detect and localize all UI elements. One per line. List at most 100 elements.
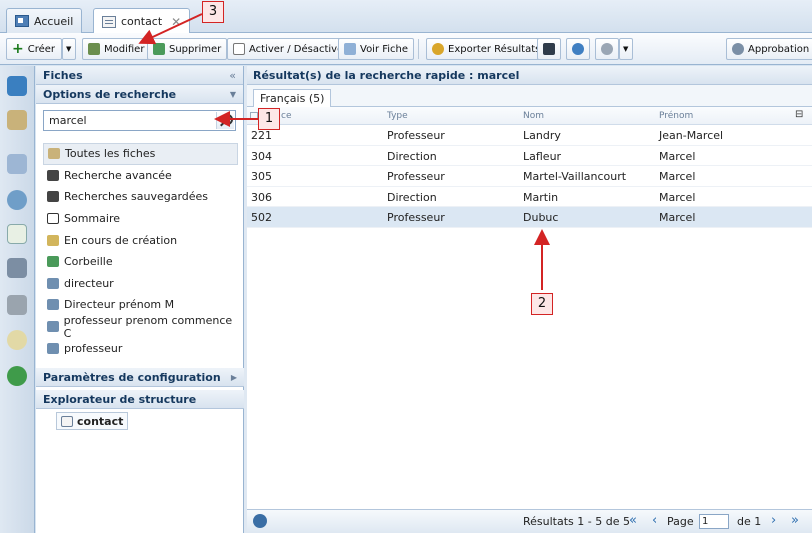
tree-item-saved-searches[interactable]: Recherches sauvegardées [43,186,238,208]
toolbar-separator [418,39,419,59]
cell-id: 221 [251,129,272,142]
tree-item-all-cards[interactable]: Toutes les fiches [43,143,238,165]
document-icon [61,415,73,427]
search-options-header[interactable]: Options de recherche ▼ [36,85,243,104]
table-row[interactable]: 306 Direction Martin Marcel [247,187,812,208]
tree-item-summary[interactable]: Sommaire [43,208,238,230]
previous-page-icon[interactable]: ‹ [652,513,657,528]
saved-search-icon [47,342,59,354]
refresh-icon[interactable] [7,76,27,96]
collapse-icon[interactable]: « [229,66,236,85]
report-icon[interactable] [7,224,27,244]
create-dropdown-button[interactable]: ▼ [62,38,76,60]
structure-section-header[interactable]: Explorateur de structure [36,390,244,409]
table-row[interactable]: 221 Professeur Landry Jean-Marcel [247,125,812,146]
results-title: Résultat(s) de la recherche rapide : mar… [247,66,812,85]
toggle-label: Activer / Désactiver [249,43,348,55]
save-icon [543,43,555,55]
approval-button[interactable]: Approbation [726,38,812,60]
globe-lock-icon[interactable] [7,190,27,210]
globe-icon[interactable] [7,366,27,386]
toggle-active-button[interactable]: Activer / Désactiver [227,38,354,60]
search-input[interactable]: marcel [43,110,236,131]
tree-item-directeur[interactable]: directeur [43,273,238,295]
tree-item-label: professeur prenom commence C [63,313,233,340]
page-number-input[interactable]: 1 [699,514,729,529]
save-button[interactable] [537,38,561,60]
tab-contact[interactable]: contact ✕ [93,8,191,34]
toggle-icon [233,43,245,55]
tree-item-label: En cours de création [64,233,178,247]
delete-label: Supprimer [169,43,222,55]
cell-prenom: Marcel [659,211,696,225]
tree-item-label: Corbeille [64,255,113,269]
chevron-down-icon: ▼ [66,45,72,53]
view-icon [344,43,356,55]
settings-button[interactable] [595,38,619,60]
trash-icon [47,256,59,268]
cell-nom: Lafleur [523,149,562,163]
export-button[interactable]: Exporter Résultats [426,38,547,60]
tab-label: Accueil [34,14,74,28]
search-icon[interactable] [216,112,234,129]
structure-node-contact[interactable]: contact [56,412,129,430]
home-icon [15,15,29,27]
cell-type: Professeur [387,211,445,225]
last-page-icon[interactable]: » [791,513,799,528]
refresh-icon[interactable] [253,514,267,528]
results-count: Résultats 1 - 5 de 5 [523,515,630,528]
cell-prenom: Marcel [659,170,696,184]
tree-item-advanced-search[interactable]: Recherche avancée [43,165,238,187]
tree-item-trash[interactable]: Corbeille [43,251,238,273]
table-row[interactable]: 305 Professeur Martel-Vaillancourt Marce… [247,166,812,187]
first-page-icon[interactable]: « [629,513,637,528]
draft-icon [47,234,59,246]
next-page-icon[interactable]: › [771,513,776,528]
column-header-prenom[interactable]: Prénom [659,111,693,121]
tree-item-label: Sommaire [64,212,120,226]
cards-icon[interactable] [7,110,27,130]
left-panel: Fiches « Options de recherche ▼ marcel T… [36,66,244,533]
tree-item-directeur-prenom-m[interactable]: Directeur prénom M [43,294,238,316]
delete-button[interactable]: Supprimer [147,38,228,60]
tree-item-in-creation[interactable]: En cours de création [43,229,238,251]
cell-id: 304 [251,149,272,163]
table-row-selected[interactable]: 502 Professeur Dubuc Marcel [247,207,812,228]
binoculars-saved-icon [47,191,59,203]
close-icon[interactable]: ✕ [171,15,181,29]
info-button[interactable] [566,38,590,60]
cell-type: Direction [387,149,437,163]
tab-francais[interactable]: Français (5) [253,89,332,108]
document-icon [102,15,116,28]
search-tree: Toutes les fiches Recherche avancée Rech… [43,143,238,359]
forms-icon[interactable] [7,154,27,174]
tree-item-professeur-prenom-c[interactable]: professeur prenom commence C [43,313,238,340]
module-rail [0,66,35,533]
table-row[interactable]: 304 Direction Lafleur Marcel [247,146,812,167]
create-label: Créer [27,43,56,55]
server-icon[interactable] [7,258,27,278]
tab-accueil[interactable]: Accueil [6,8,83,33]
tree-item-label: Toutes les fiches [65,147,156,161]
column-header-nom[interactable]: Nom [523,111,544,121]
language-tabs: Français (5) [247,85,812,108]
column-header-fiche[interactable]: ce [281,111,292,121]
clock-search-icon[interactable] [7,330,27,350]
cell-type: Professeur [387,170,445,184]
config-section-label: Paramètres de configuration [43,371,221,384]
tree-item-label: professeur [64,341,123,355]
column-settings-icon[interactable]: ⊟ [795,109,803,120]
config-section-header[interactable]: Paramètres de configuration ▶ [36,368,244,387]
modify-button[interactable]: Modifier [82,38,151,60]
tools-icon[interactable] [7,295,27,315]
tree-item-professeur[interactable]: professeur [43,337,238,359]
saved-search-icon [47,321,59,333]
export-label: Exporter Résultats [448,43,541,55]
tab-bar: Accueil contact ✕ [0,0,812,34]
create-button[interactable]: + Créer [6,38,62,60]
settings-dropdown-button[interactable]: ▼ [619,38,633,60]
toolbar: + Créer ▼ Modifier Supprimer Activer / D… [0,33,812,65]
view-card-button[interactable]: Voir Fiche [338,38,415,60]
column-header-type[interactable]: Type [387,111,408,121]
search-value: marcel [49,114,87,127]
